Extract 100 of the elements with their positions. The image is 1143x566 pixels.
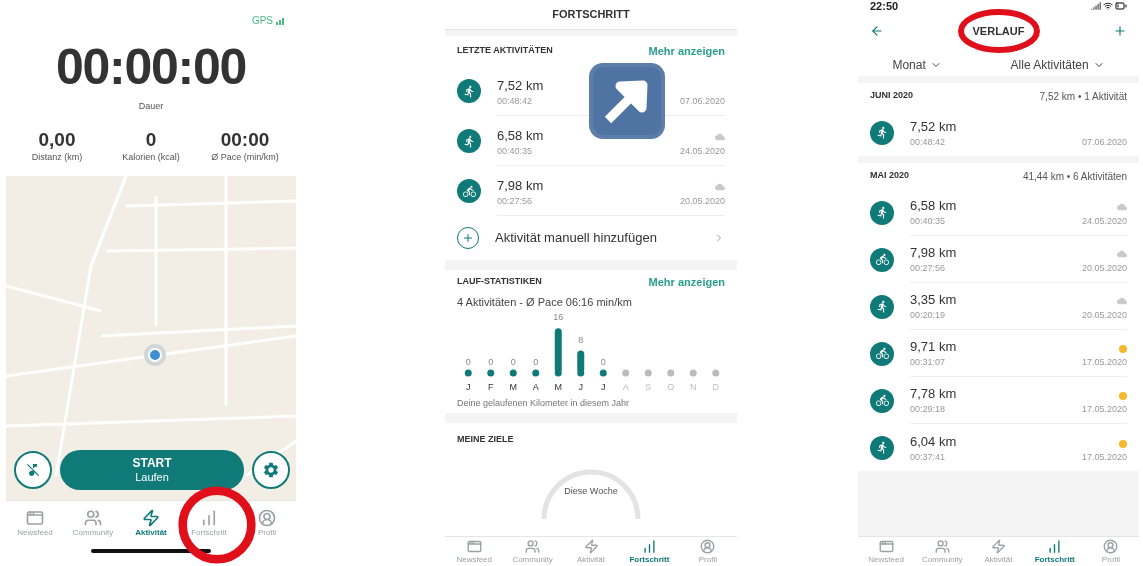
activity-date: 17.05.2020 xyxy=(1081,450,1127,464)
month-label: N xyxy=(690,381,697,392)
month-label: D xyxy=(712,381,719,392)
activity-distance: 7,98 km xyxy=(910,245,957,262)
cyclist-icon xyxy=(870,341,894,366)
map-view[interactable]: START Laufen xyxy=(6,176,296,500)
tab[interactable]: Newsfeed xyxy=(6,508,64,537)
activity-distance: 3,35 km xyxy=(910,292,957,309)
chart-caption: Deine gelaufenen Kilometer in diesem Jahr xyxy=(456,396,631,410)
activity-date: 20.05.2020 xyxy=(1081,308,1127,322)
browser-window-icon xyxy=(466,539,482,554)
activity-date: 17.05.2020 xyxy=(1081,355,1127,369)
lightning-icon xyxy=(583,539,599,554)
music-off-icon xyxy=(25,462,41,478)
filter-dropdown[interactable]: Monat xyxy=(892,56,942,74)
cyclist-icon xyxy=(457,179,481,203)
month-label: M xyxy=(509,381,517,392)
activity-duration: 00:48:42 xyxy=(497,94,534,108)
runner-icon xyxy=(870,435,894,460)
activity-date: 17.05.2020 xyxy=(1081,402,1127,416)
month-label: F xyxy=(488,381,494,392)
activity-duration: 00:40:35 xyxy=(497,144,534,158)
timer-label: Dauer xyxy=(137,100,165,113)
month-heading: JUNI 2020 xyxy=(870,89,914,103)
stat-label: Ø Pace (min/km) xyxy=(211,150,279,164)
tab[interactable]: Community xyxy=(64,508,122,537)
person-circle-icon xyxy=(1103,539,1119,554)
add-activity-button[interactable]: Aktivität manuell hinzufügen xyxy=(445,216,737,260)
activity-row[interactable]: 7,98 km 00:27:56 20.05.2020 xyxy=(445,166,737,216)
runner-icon xyxy=(870,120,894,145)
activity-duration: 00:27:56 xyxy=(910,261,947,275)
activity-date: 20.05.2020 xyxy=(1081,261,1127,275)
tab[interactable]: Aktivität xyxy=(122,508,180,537)
activity-row[interactable]: 3,35 km 00:20:19 20.05.2020 xyxy=(858,283,1139,330)
activity-distance: 6,58 km xyxy=(497,128,544,145)
data-label: 0 xyxy=(600,356,606,367)
month-label: O xyxy=(667,381,675,392)
stats-summary: 4 Aktivitäten - Ø Pace 06:16 min/km xyxy=(456,295,633,310)
activity-date: 24.05.2020 xyxy=(679,144,725,158)
back-arrow-icon[interactable] xyxy=(870,24,884,38)
activity-distance: 9,71 km xyxy=(910,339,957,356)
activity-duration: 00:20:19 xyxy=(910,308,947,322)
tab[interactable]: Community xyxy=(503,539,562,564)
tab[interactable]: Profil xyxy=(678,539,738,564)
tab[interactable]: Profil xyxy=(1082,539,1139,564)
highlight-ring-icon xyxy=(957,8,1041,54)
activity-row[interactable]: 9,71 km 00:31:07 17.05.2020 xyxy=(858,330,1139,377)
tab[interactable]: Fortschritt xyxy=(1026,539,1083,564)
stat-label: Kalorien (kcal) xyxy=(122,150,180,164)
cyclist-icon xyxy=(870,388,894,413)
lightning-icon xyxy=(991,539,1006,554)
stat-label: Distanz (km) xyxy=(31,150,83,164)
month-label: M xyxy=(554,381,562,392)
wifi-icon xyxy=(1103,1,1113,11)
month-label: J xyxy=(466,381,471,392)
activity-row[interactable]: 7,98 km 00:27:56 20.05.2020 xyxy=(858,236,1139,283)
arrow-sticker-icon xyxy=(588,62,666,140)
activity-date: 20.05.2020 xyxy=(679,194,725,208)
activity-date: 24.05.2020 xyxy=(1081,214,1127,228)
settings-button[interactable] xyxy=(252,451,290,489)
filter-dropdown[interactable]: Alle Aktivitäten xyxy=(1010,56,1105,74)
people-icon xyxy=(525,539,541,554)
month-heading: MAI 2020 xyxy=(870,169,910,183)
lightning-icon xyxy=(142,508,160,527)
chart-bar xyxy=(577,350,585,373)
activity-row[interactable]: 6,58 km 00:40:35 24.05.2020 xyxy=(858,189,1139,236)
activity-duration: 00:48:42 xyxy=(910,135,947,149)
tab[interactable]: Profil xyxy=(238,508,296,537)
activity-distance: 7,52 km xyxy=(910,119,957,136)
month-summary: 41,44 km • 6 Aktivitäten xyxy=(1022,169,1127,184)
month-label: A xyxy=(532,381,539,392)
more-link[interactable]: Mehr anzeigen xyxy=(648,273,725,291)
cell-signal-icon xyxy=(1091,1,1101,11)
start-button[interactable]: START Laufen xyxy=(60,450,244,490)
stat-value: 00:00 xyxy=(220,129,270,149)
people-icon xyxy=(84,508,102,527)
tab[interactable]: Fortschritt xyxy=(620,539,679,564)
gauge-label: Diese Woche xyxy=(564,484,618,498)
activity-duration: 00:31:07 xyxy=(910,355,947,369)
tab[interactable]: Newsfeed xyxy=(445,539,504,564)
runner-icon xyxy=(457,79,481,103)
tab[interactable]: Aktivität xyxy=(561,539,621,564)
activity-row[interactable]: 7,78 km 00:29:18 17.05.2020 xyxy=(858,377,1139,424)
stat-value: 0 xyxy=(145,129,157,149)
tab[interactable]: Aktivität xyxy=(970,539,1027,564)
activity-duration: 00:29:18 xyxy=(910,402,947,416)
bar-chart-icon xyxy=(641,539,657,554)
section-heading: LAUF-STATISTIKEN xyxy=(457,275,542,289)
more-link[interactable]: Mehr anzeigen xyxy=(648,42,725,60)
tab[interactable]: Newsfeed xyxy=(858,539,915,564)
data-label: 0 xyxy=(510,356,516,367)
data-label: 0 xyxy=(465,356,471,367)
status-time: 22:50 xyxy=(870,0,899,12)
activity-row[interactable]: 7,52 km 00:48:42 07.06.2020 xyxy=(858,109,1139,156)
music-off-button[interactable] xyxy=(14,451,52,489)
screen-title: VERLAUF xyxy=(972,23,1025,39)
activity-duration: 00:37:41 xyxy=(910,450,947,464)
battery-icon xyxy=(1115,0,1127,12)
bar-chart-icon xyxy=(1047,539,1063,554)
activity-row[interactable]: 6,04 km 00:37:41 17.05.2020 xyxy=(858,424,1139,471)
